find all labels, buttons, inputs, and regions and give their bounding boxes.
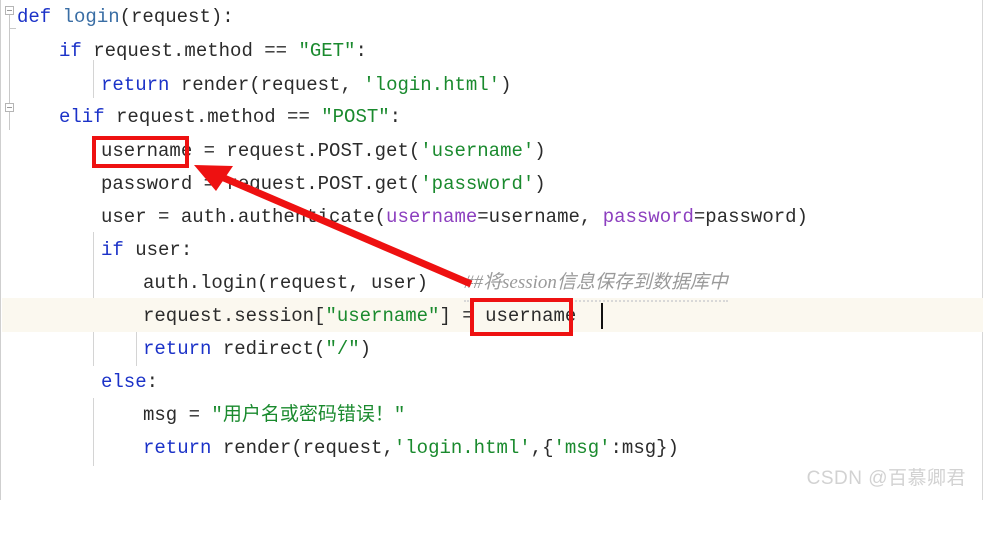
code-token-plain: password = request.POST.get(	[101, 173, 421, 195]
csdn-watermark: CSDN @百慕卿君	[806, 468, 966, 489]
code-token-plain: =password)	[693, 206, 808, 228]
code-token-plain: )	[500, 74, 512, 96]
code-editor[interactable]: def login(request): if request.method ==…	[0, 0, 983, 500]
code-token-plain: )	[534, 140, 546, 162]
code-token-plain: :	[146, 371, 159, 393]
code-token-string: "POST"	[321, 106, 390, 128]
code-token-plain: render(request,	[180, 74, 364, 96]
code-token-plain: request.method ==	[116, 106, 322, 128]
code-line: user = auth.authenticate(username=userna…	[101, 200, 808, 234]
code-token-kwarg: username	[386, 206, 478, 228]
code-token-function: login	[62, 6, 120, 28]
code-line: if request.method == "GET":	[59, 34, 367, 68]
code-token-keyword: def	[17, 6, 63, 28]
code-token-plain: request.session[	[143, 305, 326, 327]
text-caret	[601, 303, 603, 329]
code-token-plain: ,{	[530, 437, 554, 459]
code-token-plain: :msg})	[610, 437, 679, 459]
code-token-plain: user = auth.authenticate(	[101, 206, 387, 228]
code-line: else:	[101, 365, 158, 399]
code-line: if user:	[101, 233, 192, 267]
code-token-keyword: return	[143, 338, 223, 360]
code-content[interactable]: def login(request): if request.method ==…	[1, 0, 983, 500]
code-token-plain: redirect(	[222, 338, 326, 360]
code-token-plain: (request):	[119, 6, 234, 28]
code-token-plain: user:	[135, 239, 193, 261]
code-token-string: "username"	[325, 305, 440, 327]
code-line: elif request.method == "POST":	[59, 100, 401, 134]
code-token-plain: )	[534, 173, 546, 195]
red-highlight-box-username-definition	[92, 136, 189, 168]
annotation-comment: ##将session信息保存到数据库中	[464, 266, 728, 302]
code-token-plain: auth.login(request, user)	[143, 272, 429, 294]
code-token-string: 'msg'	[553, 437, 611, 459]
code-line: auth.login(request, user)	[143, 266, 428, 300]
code-line: msg = "用户名或密码错误！"	[143, 398, 405, 432]
code-token-string: "GET"	[298, 40, 356, 62]
code-line: password = request.POST.get('password')	[101, 167, 546, 201]
code-token-keyword: if	[101, 239, 136, 261]
code-token-string: 'password'	[420, 173, 535, 195]
red-highlight-box-username-usage	[470, 298, 573, 336]
code-token-plain: =username,	[477, 206, 603, 228]
code-token-plain: )	[359, 338, 372, 360]
code-token-plain: :	[389, 106, 402, 128]
code-token-keyword: else	[101, 371, 147, 393]
code-token-plain: msg =	[143, 404, 212, 426]
code-token-keyword: if	[59, 40, 94, 62]
code-token-plain: render(request,	[222, 437, 394, 459]
code-line: return render(request, 'login.html')	[101, 68, 512, 102]
code-token-keyword: return	[101, 74, 181, 96]
code-token-keyword: return	[143, 437, 223, 459]
code-token-plain: request.method ==	[93, 40, 299, 62]
code-token-string: 'login.html'	[393, 437, 531, 459]
code-token-string: "/"	[325, 338, 360, 360]
code-line: return render(request,'login.html',{'msg…	[143, 431, 679, 465]
code-token-plain: :	[355, 40, 367, 62]
code-token-keyword: elif	[59, 106, 117, 128]
code-token-string: 'login.html'	[363, 74, 501, 96]
code-token-kwarg: password	[602, 206, 694, 228]
code-token-string: 'username'	[420, 140, 535, 162]
code-token-string: "用户名或密码错误！"	[211, 404, 406, 426]
code-line: return redirect("/")	[143, 332, 371, 366]
code-line: def login(request):	[17, 0, 234, 34]
